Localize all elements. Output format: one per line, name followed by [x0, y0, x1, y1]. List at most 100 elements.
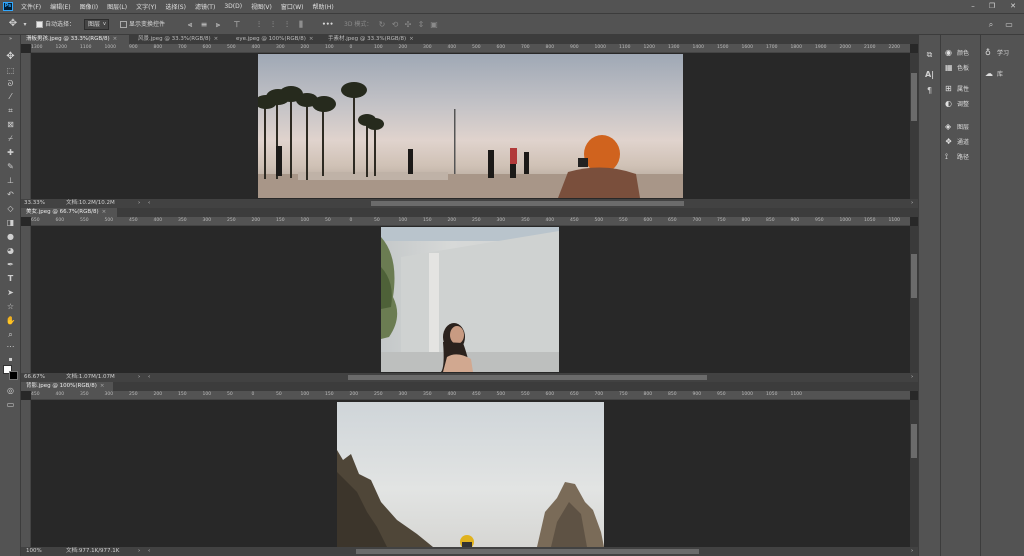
crop-tool-icon[interactable]: ⌗ — [5, 105, 16, 116]
canvas-3[interactable] — [31, 400, 910, 547]
menu-image[interactable]: 图像(I) — [80, 2, 98, 11]
horizontal-scroll-thumb[interactable] — [356, 549, 699, 554]
minimize-icon[interactable]: – — [966, 1, 980, 11]
restore-icon[interactable]: ❐ — [985, 1, 999, 11]
workspace-icon[interactable]: ▭ — [1004, 20, 1014, 30]
tab-close-icon[interactable]: × — [102, 209, 107, 215]
path-select-tool-icon[interactable]: ➤ — [5, 287, 16, 298]
blur-tool-icon[interactable]: ● — [5, 231, 16, 242]
scroll-thumb[interactable] — [911, 254, 917, 298]
scroll-left-icon[interactable]: ‹ — [148, 373, 150, 382]
panel-learn[interactable]: ♁ 学习 — [985, 47, 1009, 59]
tab-back-view[interactable]: 背影.jpeg @ 100%(RGB/8) × — [21, 382, 113, 391]
menu-file[interactable]: 文件(F) — [21, 2, 41, 11]
menu-view[interactable]: 视图(V) — [251, 2, 272, 11]
default-colors-icon[interactable]: ▪ — [5, 354, 16, 365]
panel-layers[interactable]: ◈ 图层 — [945, 121, 969, 133]
panel-channels[interactable]: ❖ 通道 — [945, 136, 969, 148]
horizontal-scroll-thumb[interactable] — [371, 201, 684, 206]
vertical-scrollbar-2[interactable] — [910, 226, 918, 373]
scroll-left-icon[interactable]: ‹ — [148, 199, 150, 208]
background-color-swatch[interactable] — [9, 371, 18, 380]
gradient-tool-icon[interactable]: ◨ — [5, 217, 16, 228]
marquee-tool-icon[interactable]: ⬚ — [5, 65, 16, 76]
zoom-level[interactable]: 33.33% — [24, 199, 45, 208]
tab-close-icon[interactable]: × — [309, 36, 314, 42]
tab-beauty[interactable]: 美女.jpeg @ 66.7%(RGB/8) × — [21, 208, 117, 217]
more-tools-icon[interactable]: ⋯ — [5, 341, 16, 352]
3d-roll-icon[interactable]: ⟲ — [390, 20, 400, 30]
panel-paths[interactable]: ⟟ 路径 — [945, 151, 969, 163]
scroll-right-icon[interactable]: › — [911, 373, 913, 382]
checkbox-checked-icon[interactable] — [36, 21, 43, 28]
vertical-scrollbar-3[interactable] — [910, 400, 918, 547]
distribute-middle-icon[interactable]: ⫶ — [268, 20, 278, 30]
scroll-left-icon[interactable]: ‹ — [148, 547, 150, 556]
zoom-level[interactable]: 66.67% — [24, 373, 45, 382]
3d-drag-icon[interactable]: ✣ — [403, 20, 413, 30]
auto-select-dropdown[interactable]: 图层 — [84, 19, 110, 30]
menu-select[interactable]: 选择(S) — [165, 2, 186, 11]
move-tool-icon[interactable]: ✥ — [8, 19, 18, 29]
status-menu-icon[interactable]: › — [138, 199, 140, 208]
healing-brush-tool-icon[interactable]: ✚ — [5, 147, 16, 158]
menu-type[interactable]: 文字(Y) — [136, 2, 156, 11]
eyedropper-tool-icon[interactable]: ⌿ — [5, 133, 16, 144]
history-panel-icon[interactable]: ⧉ — [924, 49, 935, 60]
move-tool-icon[interactable]: ✥ — [5, 51, 16, 62]
tab-eye[interactable]: eye.jpeg @ 100%(RGB/8) × — [231, 35, 321, 44]
tab-skateboard-boy[interactable]: 滑板男孩.jpeg @ 33.3%(RGB/8) × — [21, 35, 129, 44]
dodge-tool-icon[interactable]: ◕ — [5, 245, 16, 256]
close-icon[interactable]: ✕ — [1006, 1, 1020, 11]
distribute-bottom-icon[interactable]: ⫶ — [282, 20, 292, 30]
quick-mask-icon[interactable]: ◎ — [5, 385, 16, 396]
lasso-tool-icon[interactable]: ᘐ — [5, 78, 16, 89]
panel-properties[interactable]: ⊞ 属性 — [945, 83, 969, 95]
distribute-horizontal-icon[interactable]: ⫼ — [296, 20, 306, 30]
paragraph-panel-icon[interactable]: ¶ — [924, 85, 935, 96]
pen-tool-icon[interactable]: ✒ — [5, 259, 16, 270]
panel-adjustments[interactable]: ◐ 调整 — [945, 98, 969, 110]
auto-select-checkbox[interactable]: 自动选择： — [36, 19, 75, 30]
panel-libraries[interactable]: ☁ 库 — [985, 68, 1003, 80]
menu-layer[interactable]: 图层(L) — [107, 2, 127, 11]
tab-close-icon[interactable]: × — [113, 36, 118, 42]
auto-select-value[interactable]: 图层 — [84, 19, 110, 30]
panel-collapse-icon[interactable]: » — [5, 37, 16, 48]
clone-stamp-tool-icon[interactable]: ⊥ — [5, 175, 16, 186]
canvas-2[interactable] — [31, 226, 910, 373]
tab-landscape[interactable]: 风景.jpeg @ 33.3%(RGB/8) × — [133, 35, 229, 44]
3d-slide-icon[interactable]: ⇕ — [416, 20, 426, 30]
tab-close-icon[interactable]: × — [409, 36, 414, 42]
scroll-right-icon[interactable]: › — [911, 199, 913, 208]
zoom-level[interactable]: 100% — [26, 547, 42, 556]
scroll-thumb[interactable] — [911, 73, 917, 121]
checkbox-unchecked-icon[interactable] — [120, 21, 127, 28]
vertical-scrollbar-1[interactable] — [910, 53, 918, 199]
3d-rotate-icon[interactable]: ↻ — [377, 20, 387, 30]
horizontal-scroll-thumb[interactable] — [348, 375, 707, 380]
tab-close-icon[interactable]: × — [214, 36, 219, 42]
menu-filter[interactable]: 滤镜(T) — [195, 2, 215, 11]
tab-hand-material[interactable]: 手素材.jpeg @ 33.3%(RGB/8) × — [323, 35, 423, 44]
character-panel-icon[interactable]: A| — [924, 69, 935, 80]
align-right-icon[interactable]: ⫸ — [213, 20, 223, 30]
panel-swatches[interactable]: ▦ 色板 — [945, 62, 969, 74]
3d-scale-icon[interactable]: ▣ — [429, 20, 439, 30]
brush-tool-icon[interactable]: ✎ — [5, 161, 16, 172]
frame-tool-icon[interactable]: ⊠ — [5, 119, 16, 130]
shape-tool-icon[interactable]: ☆ — [5, 301, 16, 312]
search-icon[interactable]: ⌕ — [986, 20, 996, 30]
show-transform-checkbox[interactable]: 显示变换控件 — [120, 19, 165, 30]
distribute-top-icon[interactable]: ⫶ — [254, 20, 264, 30]
hand-tool-icon[interactable]: ✋ — [5, 315, 16, 326]
menu-window[interactable]: 窗口(W) — [281, 2, 304, 11]
eraser-tool-icon[interactable]: ◇ — [5, 203, 16, 214]
menu-help[interactable]: 帮助(H) — [313, 2, 334, 11]
status-menu-icon[interactable]: › — [138, 547, 140, 556]
align-left-icon[interactable]: ⫷ — [185, 20, 195, 30]
menu-edit[interactable]: 编辑(E) — [50, 2, 70, 11]
more-options-button[interactable]: ••• — [322, 19, 334, 30]
scroll-right-icon[interactable]: › — [911, 547, 913, 556]
align-top-icon[interactable]: ⊤ — [232, 20, 242, 30]
